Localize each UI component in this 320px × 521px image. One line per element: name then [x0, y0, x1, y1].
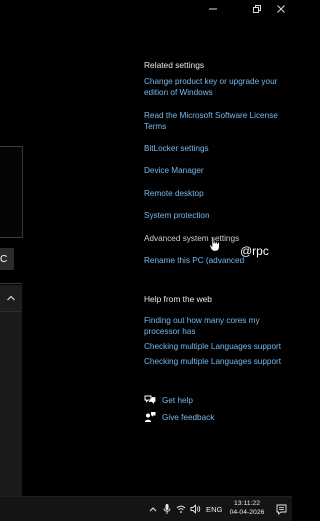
taskbar-clock[interactable]: 13:11:22 04-04-2026	[228, 499, 266, 517]
chat-help-icon	[144, 395, 156, 404]
left-panel-chip[interactable]: C	[0, 248, 14, 270]
left-panel-list	[0, 311, 22, 496]
system-protection-link[interactable]: System protection	[144, 210, 288, 221]
license-terms-link[interactable]: Read the Microsoft Software License Term…	[144, 110, 288, 132]
rename-pc-link[interactable]: Rename this PC (advanced)	[144, 255, 244, 266]
taskbar: ENG 13:11:22 04-04-2026	[0, 496, 292, 521]
show-hidden-icons-button[interactable]	[146, 497, 160, 521]
languages-support-link-1[interactable]: Checking multiple Languages support	[144, 341, 288, 352]
volume-button[interactable]	[188, 497, 202, 521]
left-panel-chip-label: C	[0, 253, 8, 265]
wifi-icon	[176, 505, 186, 513]
left-divider	[0, 283, 22, 284]
related-settings-heading: Related settings	[144, 60, 205, 70]
chevron-up-icon	[7, 295, 15, 301]
close-icon	[277, 5, 285, 13]
restore-icon	[253, 5, 261, 13]
cores-processor-link[interactable]: Finding out how many cores my processor …	[144, 315, 276, 337]
input-language-indicator[interactable]: ENG	[206, 497, 222, 521]
speaker-icon	[190, 504, 200, 514]
change-product-key-link[interactable]: Change product key or upgrade your editi…	[144, 76, 288, 98]
taskbar-time: 13:11:22	[234, 500, 260, 507]
hand-cursor-icon	[209, 236, 220, 252]
left-panel-box	[0, 146, 23, 238]
get-help-label: Get help	[162, 395, 193, 405]
languages-support-link-2[interactable]: Checking multiple Languages support	[144, 356, 288, 367]
bitlocker-settings-link[interactable]: BitLocker settings	[144, 143, 288, 154]
minimize-button[interactable]	[200, 0, 226, 18]
help-from-web-heading: Help from the web	[144, 294, 212, 304]
watermark-text: @rpc	[240, 244, 269, 258]
network-button[interactable]	[174, 497, 188, 521]
microphone-button[interactable]	[160, 497, 174, 521]
notification-icon	[276, 504, 286, 515]
close-button[interactable]	[268, 0, 294, 18]
advanced-system-settings-link[interactable]: Advanced system settings	[144, 233, 239, 244]
taskbar-date: 04-04-2026	[229, 509, 265, 516]
device-manager-link[interactable]: Device Manager	[144, 165, 288, 176]
give-feedback-link[interactable]: Give feedback	[144, 411, 214, 423]
remote-desktop-link[interactable]: Remote desktop	[144, 188, 288, 199]
restore-button[interactable]	[244, 0, 270, 18]
microphone-icon	[163, 504, 171, 514]
left-divider-2	[0, 311, 22, 312]
notification-center-button[interactable]	[270, 497, 292, 521]
give-feedback-label: Give feedback	[162, 412, 215, 422]
minimize-icon	[209, 8, 217, 10]
feedback-person-icon	[144, 412, 156, 422]
left-panel-collapse[interactable]	[0, 285, 22, 311]
get-help-link[interactable]: Get help	[144, 394, 193, 406]
chevron-up-icon	[149, 507, 157, 512]
